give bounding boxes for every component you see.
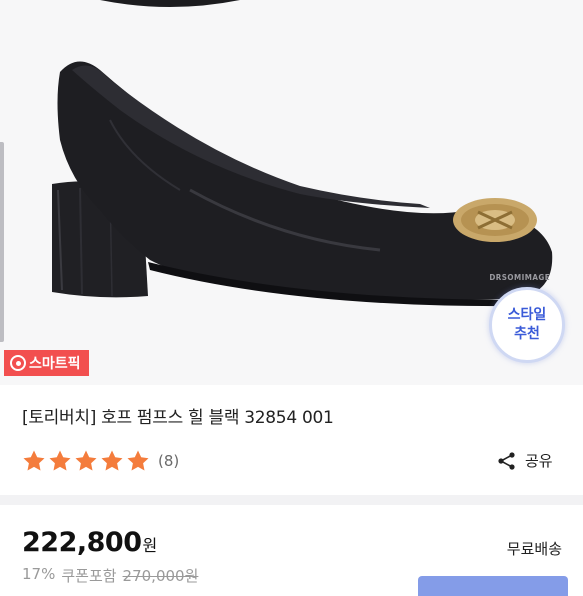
target-icon [10,355,26,371]
bottom-action-button[interactable] [418,576,568,596]
star-icon [101,450,123,471]
style-badge-line1: 스타일 [507,307,547,323]
share-icon [498,451,515,470]
section-divider [0,495,583,505]
star-icon [23,450,45,471]
smartpick-label: 스마트픽 [29,356,81,372]
style-recommend-button[interactable]: 스타일 추천 [489,287,565,363]
style-badge-line2: 추천 [514,326,540,342]
star-icon [49,450,71,471]
share-label: 공유 [525,452,553,470]
price-currency: 원 [142,536,158,555]
carousel-edge [0,142,4,342]
star-icon [75,450,97,471]
review-count[interactable]: (8) [158,452,179,470]
product-image[interactable]: DRSOMIMAGE 스타일 추천 스마트픽 [0,0,583,385]
watermark: DRSOMIMAGE [489,273,551,282]
rating[interactable]: (8) [22,449,179,473]
star-icon [127,450,149,471]
share-button[interactable]: 공유 [497,450,553,471]
smartpick-badge: 스마트픽 [4,350,89,376]
product-title: [토리버치] 호프 펌프스 힐 블랙 32854 001 [22,408,334,428]
price: 222,800 원 [22,527,157,558]
price-value: 222,800 [22,527,142,558]
shipping-info: 무료배송 [506,540,562,558]
